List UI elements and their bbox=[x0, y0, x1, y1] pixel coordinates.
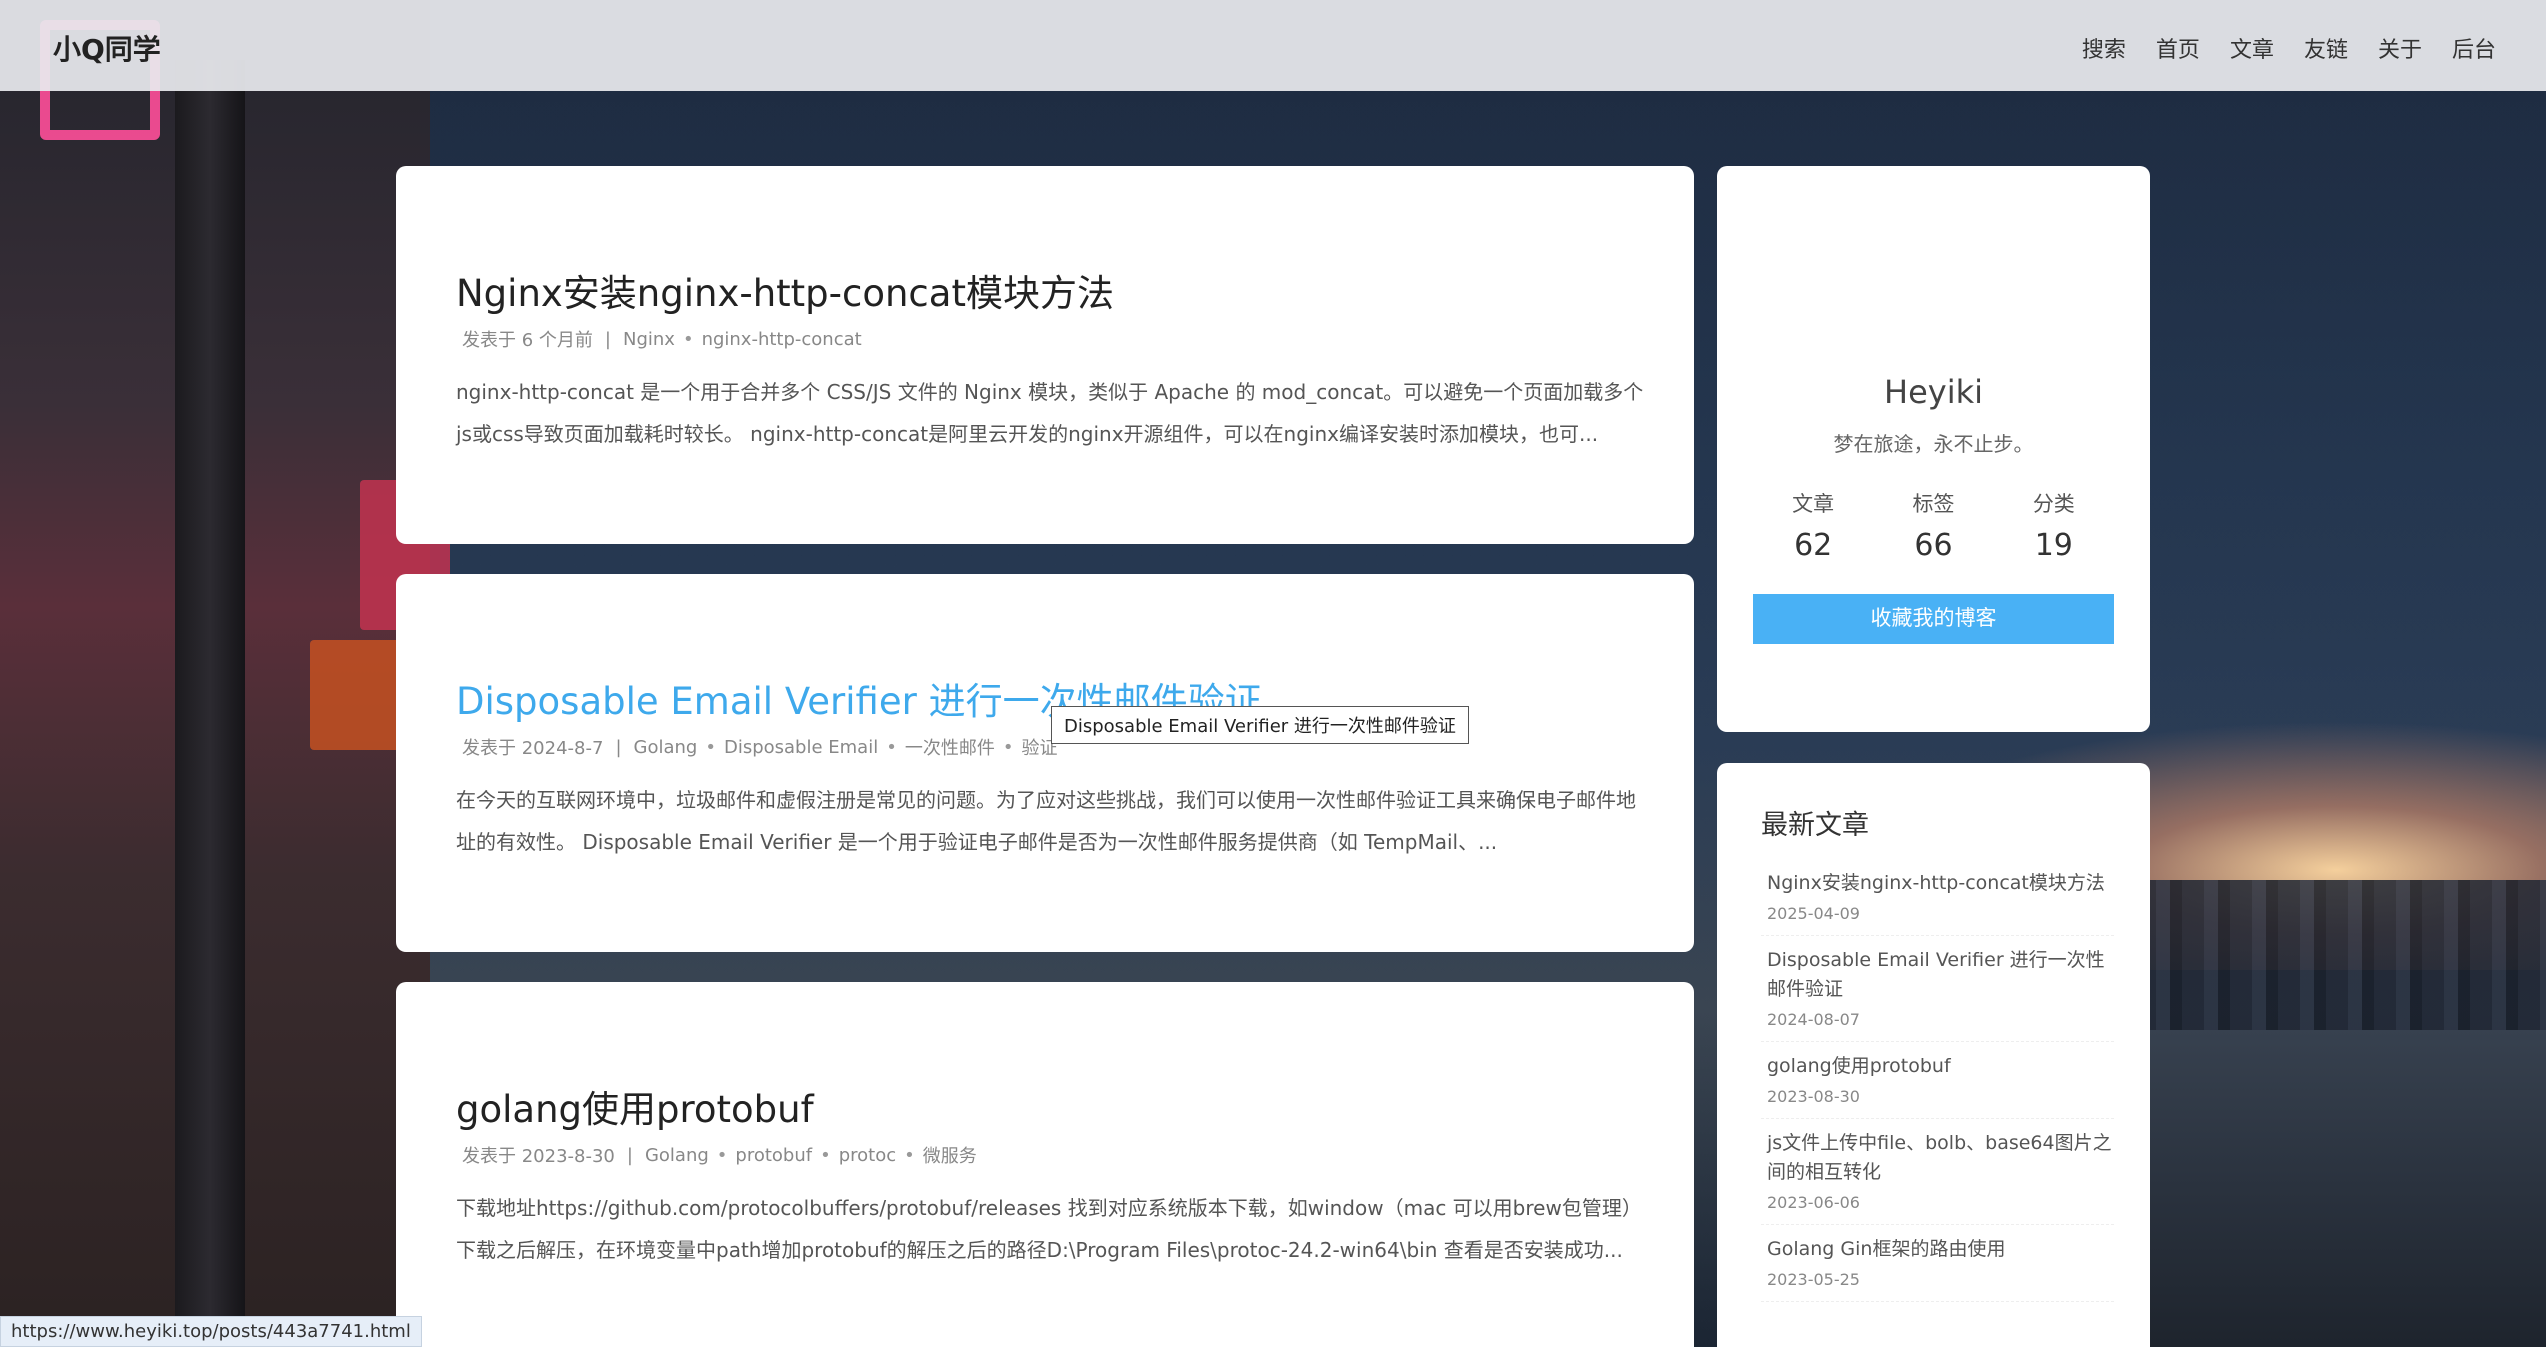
post-tag[interactable]: Nginx bbox=[623, 329, 675, 350]
post-excerpt: 下载地址https://github.com/protocolbuffers/p… bbox=[456, 1196, 1642, 1262]
post-tag[interactable]: Golang bbox=[645, 1145, 709, 1166]
post-date: 发表于 2023-8-30 bbox=[462, 1146, 615, 1167]
post-tag[interactable]: 微服务 bbox=[923, 1142, 977, 1168]
status-bar-url: https://www.heyiki.top/posts/443a7741.ht… bbox=[0, 1316, 422, 1347]
bookmark-blog-button[interactable]: 收藏我的博客 bbox=[1753, 594, 2114, 644]
post-tag[interactable]: nginx-http-concat bbox=[702, 329, 862, 350]
recent-post-title[interactable]: js文件上传中file、bolb、base64图片之间的相互转化 bbox=[1767, 1129, 2114, 1187]
post-tag[interactable]: 一次性邮件 bbox=[905, 734, 995, 760]
post-excerpt: nginx-http-concat 是一个用于合并多个 CSS/JS 文件的 N… bbox=[456, 380, 1644, 446]
nav-articles[interactable]: 文章 bbox=[2230, 32, 2274, 64]
stat-value: 66 bbox=[1914, 528, 1953, 563]
post-meta: 发表于 2024-8-7 | Golang • Disposable Email… bbox=[462, 734, 1057, 760]
recent-post-date: 2023-08-30 bbox=[1767, 1087, 1860, 1106]
profile-name: Heyiki bbox=[1884, 373, 1983, 411]
recent-posts-title: 最新文章 bbox=[1761, 810, 1869, 841]
post-meta: 发表于 6 个月前 | Nginx • nginx-http-concat bbox=[462, 326, 862, 352]
post-title[interactable]: Nginx安装nginx-http-concat模块方法 bbox=[456, 263, 1114, 317]
recent-post-date: 2025-04-09 bbox=[1767, 904, 1860, 923]
stat-value: 19 bbox=[2034, 528, 2073, 563]
recent-post-title[interactable]: golang使用protobuf bbox=[1767, 1052, 2114, 1081]
recent-post-date: 2023-06-06 bbox=[1767, 1193, 1860, 1212]
post-meta: 发表于 2023-8-30 | Golang • protobuf • prot… bbox=[462, 1142, 977, 1168]
recent-post-date: 2023-05-25 bbox=[1767, 1270, 1860, 1289]
post-date: 发表于 2024-8-7 bbox=[462, 738, 604, 759]
stat-value: 62 bbox=[1794, 528, 1833, 563]
recent-post-date: 2024-08-07 bbox=[1767, 1010, 1860, 1029]
post-tag[interactable]: protobuf bbox=[735, 1145, 812, 1166]
recent-post-title[interactable]: Disposable Email Verifier 进行一次性邮件验证 bbox=[1767, 946, 2114, 1004]
title-tooltip: Disposable Email Verifier 进行一次性邮件验证 bbox=[1051, 706, 1469, 744]
profile-stats: 文章 62 标签 66 分类 19 bbox=[1753, 488, 2114, 563]
main-nav: 搜索 首页 文章 友链 关于 后台 bbox=[2082, 32, 2496, 64]
nav-home[interactable]: 首页 bbox=[2156, 32, 2200, 64]
post-card: Disposable Email Verifier 进行一次性邮件验证 发表于 … bbox=[396, 574, 1694, 952]
post-tag[interactable]: Disposable Email bbox=[724, 737, 878, 758]
background-pole bbox=[175, 60, 245, 1347]
recent-posts-list: Nginx安装nginx-http-concat模块方法 2025-04-09 … bbox=[1761, 859, 2114, 1302]
recent-post-title[interactable]: Nginx安装nginx-http-concat模块方法 bbox=[1767, 869, 2114, 898]
nav-admin[interactable]: 后台 bbox=[2452, 32, 2496, 64]
site-header: 小Q同学 搜索 首页 文章 友链 关于 后台 bbox=[0, 0, 2546, 91]
recent-posts-card: 最新文章 Nginx安装nginx-http-concat模块方法 2025-0… bbox=[1717, 763, 2150, 1347]
recent-post-item[interactable]: Golang Gin框架的路由使用 2023-05-25 bbox=[1761, 1225, 2114, 1302]
stat-tags[interactable]: 标签 66 bbox=[1912, 488, 1954, 563]
recent-post-item[interactable]: golang使用protobuf 2023-08-30 bbox=[1761, 1042, 2114, 1119]
recent-post-item[interactable]: Disposable Email Verifier 进行一次性邮件验证 2024… bbox=[1761, 936, 2114, 1042]
site-brand[interactable]: 小Q同学 bbox=[53, 28, 161, 68]
nav-links[interactable]: 友链 bbox=[2304, 32, 2348, 64]
background-neon-sign-orange bbox=[310, 640, 400, 750]
recent-post-item[interactable]: js文件上传中file、bolb、base64图片之间的相互转化 2023-06… bbox=[1761, 1119, 2114, 1225]
stat-label: 标签 bbox=[1912, 492, 1955, 516]
post-card: Nginx安装nginx-http-concat模块方法 发表于 6 个月前 |… bbox=[396, 166, 1694, 544]
stat-label: 文章 bbox=[1792, 492, 1835, 516]
stat-categories[interactable]: 分类 19 bbox=[2033, 488, 2075, 563]
post-tag[interactable]: protoc bbox=[839, 1145, 896, 1166]
nav-search[interactable]: 搜索 bbox=[2082, 32, 2126, 64]
post-date: 发表于 6 个月前 bbox=[462, 330, 593, 351]
profile-motto: 梦在旅途，永不止步。 bbox=[1833, 432, 2034, 456]
post-title[interactable]: golang使用protobuf bbox=[456, 1079, 814, 1133]
nav-about[interactable]: 关于 bbox=[2378, 32, 2422, 64]
post-tag[interactable]: Golang bbox=[634, 737, 698, 758]
stat-label: 分类 bbox=[2032, 492, 2075, 516]
recent-post-item[interactable]: Nginx安装nginx-http-concat模块方法 2025-04-09 bbox=[1761, 859, 2114, 936]
profile-card: Heyiki 梦在旅途，永不止步。 文章 62 标签 66 分类 19 收藏我的… bbox=[1717, 166, 2150, 732]
post-card: golang使用protobuf 发表于 2023-8-30 | Golang … bbox=[396, 982, 1694, 1347]
recent-post-title[interactable]: Golang Gin框架的路由使用 bbox=[1767, 1235, 2114, 1264]
post-excerpt: 在今天的互联网环境中，垃圾邮件和虚假注册是常见的问题。为了应对这些挑战，我们可以… bbox=[456, 788, 1636, 854]
stat-articles[interactable]: 文章 62 bbox=[1792, 488, 1834, 563]
